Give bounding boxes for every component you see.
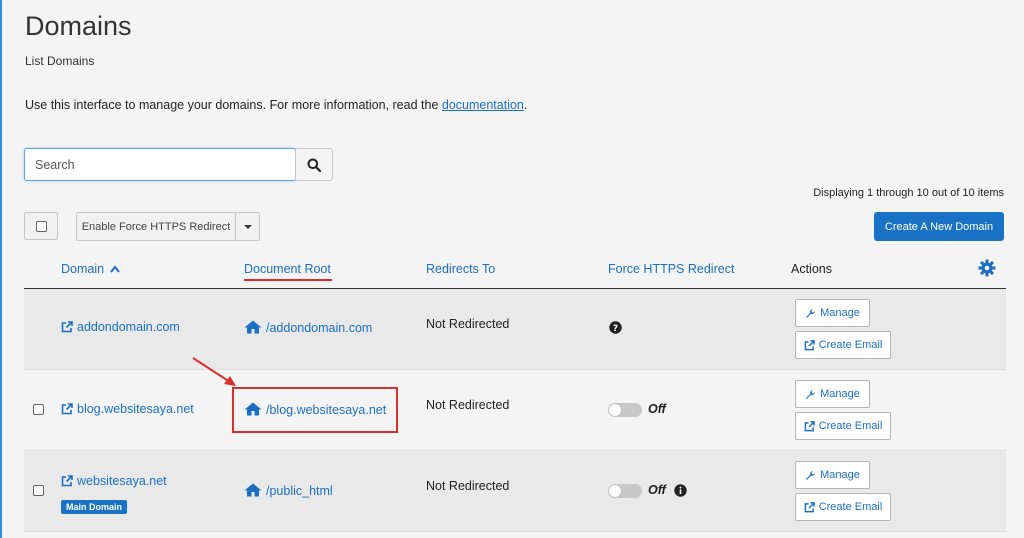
select-all-button[interactable] [24, 212, 58, 240]
select-all-checkbox[interactable] [35, 220, 47, 232]
search-field[interactable] [24, 148, 296, 181]
page-title: Domains [25, 11, 132, 41]
create-domain-button[interactable]: Create A New Domain [874, 212, 1004, 241]
toggle-knob [609, 485, 621, 497]
document-root-path: /addondomain.com [266, 321, 373, 335]
intro-text: Use this interface to manage your domain… [25, 98, 527, 112]
manage-label: Manage [820, 388, 860, 400]
manage-button[interactable]: Manage [795, 461, 870, 489]
home-icon [244, 483, 262, 497]
column-header-actions: Actions [791, 262, 832, 276]
intro-text-end: . [523, 98, 528, 112]
search-button[interactable] [295, 148, 333, 181]
create-email-label: Create Email [818, 420, 883, 432]
document-root-link[interactable]: /public_html [244, 483, 333, 498]
column-header-document-root[interactable]: Document Root [244, 262, 331, 276]
manage-button[interactable]: Manage [795, 380, 870, 408]
redirect-status: Not Redirected [426, 317, 510, 331]
row-checkbox[interactable] [33, 485, 44, 496]
question-circle-icon[interactable]: ? [609, 321, 622, 334]
table-row: websitesaya.net Main Domain /public_html… [24, 451, 1006, 532]
external-link-icon [61, 321, 73, 333]
bulk-actions-dropdown[interactable] [235, 212, 260, 241]
wrench-icon [806, 389, 816, 399]
external-link-icon [804, 339, 815, 350]
external-link-icon [61, 403, 73, 415]
create-email-button[interactable]: Create Email [795, 412, 891, 440]
column-header-force-https[interactable]: Force HTTPS Redirect [608, 262, 734, 276]
domain-name: addondomain.com [77, 320, 180, 334]
annotation-highlight-box [232, 387, 398, 433]
gear-icon[interactable] [978, 259, 996, 277]
document-root-link[interactable]: /addondomain.com [244, 320, 372, 335]
force-https-toggle[interactable] [608, 484, 642, 498]
search-icon [307, 158, 321, 172]
info-circle-icon[interactable] [674, 484, 687, 497]
create-email-button[interactable]: Create Email [795, 493, 891, 521]
main-domain-badge: Main Domain [61, 500, 128, 514]
domain-name: blog.websitesaya.net [77, 402, 194, 416]
toggle-state-label: Off [648, 402, 666, 416]
toggle-knob [609, 404, 621, 416]
toggle-state-label: Off [648, 483, 666, 497]
create-email-button[interactable]: Create Email [795, 331, 891, 359]
force-https-toggle[interactable] [608, 403, 642, 417]
wrench-icon [806, 470, 816, 480]
redirect-status: Not Redirected [426, 398, 510, 412]
row-checkbox[interactable] [33, 404, 44, 415]
domain-link[interactable]: addondomain.com [61, 320, 180, 334]
document-root-annotation-underline [244, 279, 332, 281]
intro-text-body: Use this interface to manage your domain… [25, 98, 442, 112]
domain-name: websitesaya.net [77, 474, 167, 488]
document-root-path: /public_html [266, 484, 333, 498]
domain-link[interactable]: websitesaya.net [61, 474, 167, 488]
manage-button[interactable]: Manage [795, 299, 870, 327]
create-email-label: Create Email [818, 501, 883, 513]
window-left-edge [0, 0, 2, 538]
pagination-summary: Displaying 1 through 10 out of 10 items [813, 187, 1004, 199]
column-header-domain-label: Domain [61, 262, 105, 276]
sort-ascending-icon [109, 265, 120, 273]
page-subtitle: List Domains [25, 54, 95, 68]
caret-down-icon [243, 224, 252, 229]
documentation-link[interactable]: documentation [442, 98, 524, 112]
external-link-icon [804, 420, 815, 431]
column-header-domain[interactable]: Domain [61, 262, 120, 276]
annotation-arrow-icon [192, 357, 236, 386]
manage-label: Manage [820, 469, 860, 481]
column-header-redirects-to[interactable]: Redirects To [426, 262, 495, 276]
external-link-icon [61, 475, 73, 487]
table-row: addondomain.com /addondomain.com Not Red… [24, 289, 1006, 370]
create-email-label: Create Email [818, 339, 883, 351]
table-row: blog.websitesaya.net /blog.websitesaya.n… [24, 370, 1006, 451]
search-input[interactable] [25, 149, 295, 180]
enable-force-https-button[interactable]: Enable Force HTTPS Redirect [76, 212, 236, 241]
manage-label: Manage [820, 307, 860, 319]
redirect-status: Not Redirected [426, 479, 510, 493]
external-link-icon [804, 501, 815, 512]
home-icon [244, 320, 262, 334]
domain-link[interactable]: blog.websitesaya.net [61, 402, 194, 416]
svg-text:?: ? [613, 324, 618, 334]
wrench-icon [806, 308, 816, 318]
